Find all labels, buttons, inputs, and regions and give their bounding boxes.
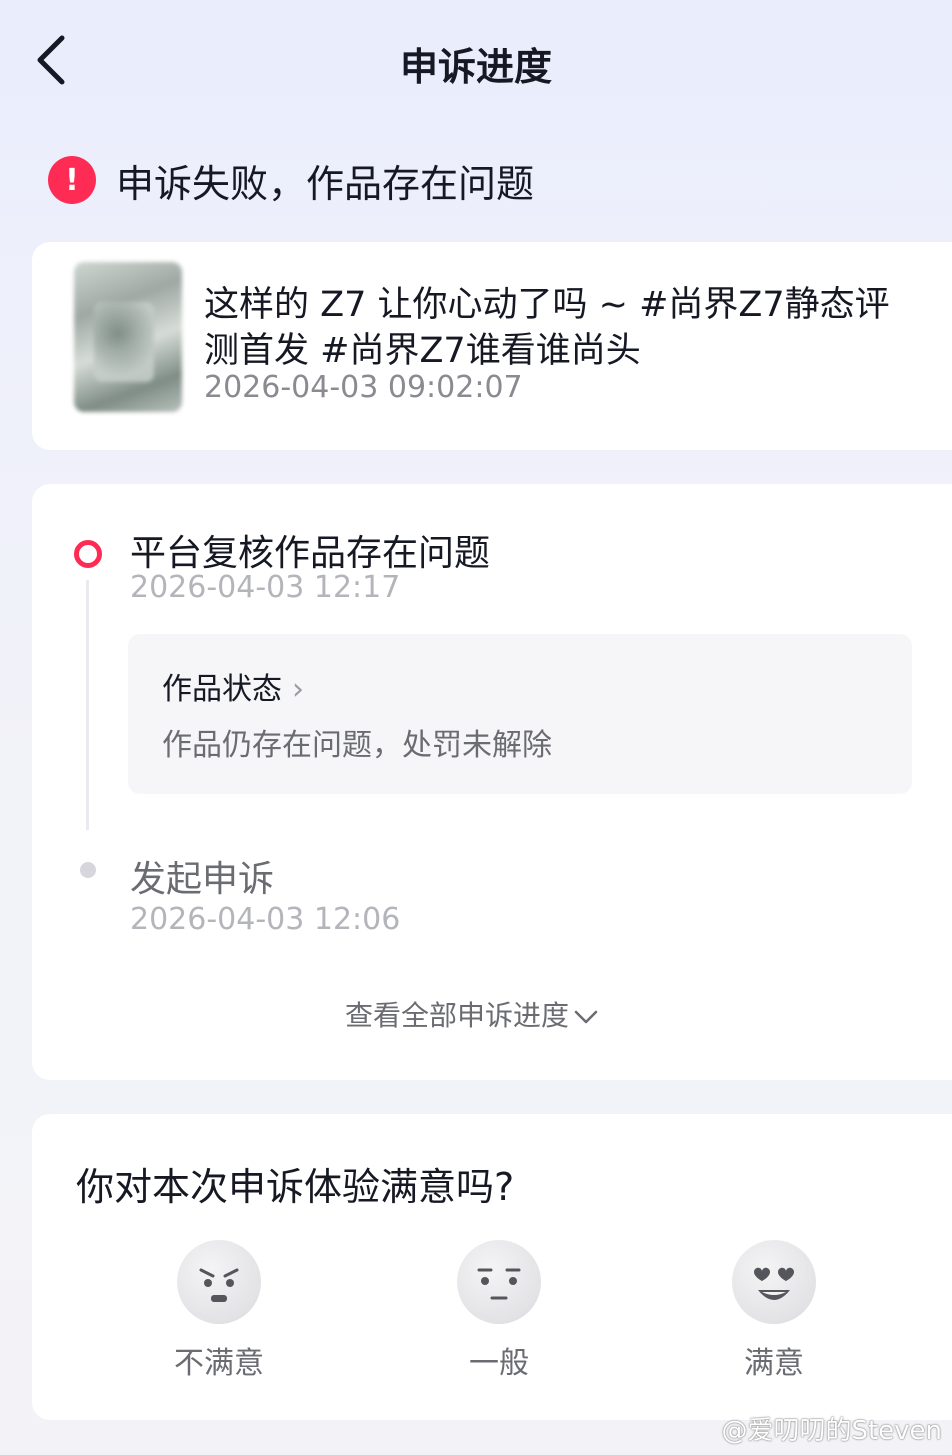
timeline-line (86, 580, 89, 830)
work-time: 2026-04-03 09:02:07 (204, 370, 523, 405)
satisfaction-question: 你对本次申诉体验满意吗? (76, 1165, 515, 1209)
work-status-box: 作品状态 › 作品仍存在问题，处罚未解除 (128, 634, 912, 794)
rate-label: 不满意 (174, 1346, 264, 1381)
work-status-desc: 作品仍存在问题，处罚未解除 (162, 728, 552, 763)
rate-option-satisfied[interactable]: 满意 (699, 1240, 849, 1382)
exclamation-icon: ! (48, 156, 96, 204)
view-all-progress-button[interactable]: 查看全部申诉进度 (32, 994, 912, 1034)
rate-option-neutral[interactable]: 一般 (424, 1240, 574, 1382)
timeline-step-time: 2026-04-03 12:06 (130, 902, 401, 937)
rate-option-unsatisfied[interactable]: 不满意 (144, 1240, 294, 1382)
heart-eyes-face-icon (732, 1240, 816, 1324)
status-text: 申诉失败，作品存在问题 (116, 161, 535, 206)
rate-label: 满意 (744, 1346, 804, 1381)
neutral-face-icon (457, 1240, 541, 1324)
chevron-down-icon (574, 1010, 598, 1024)
view-all-label: 查看全部申诉进度 (344, 999, 569, 1032)
timeline-step-title: 发起申诉 (130, 859, 275, 900)
watermark: @爱叨叨的Steven (721, 1416, 942, 1446)
timeline-dot (80, 862, 96, 878)
appeal-status: ! 申诉失败，作品存在问题 (48, 150, 534, 210)
timeline-dot-active (74, 540, 102, 568)
work-title: 这样的 Z7 让你心动了吗 ~ #尚界Z7静态评测首发 #尚界Z7谁看谁尚头 (204, 285, 890, 371)
work-thumbnail (74, 262, 182, 412)
timeline-step-title: 平台复核作品存在问题 (130, 533, 491, 574)
page-title: 申诉进度 (399, 45, 552, 89)
appeal-progress-page: 申诉进度 ! 申诉失败，作品存在问题 这样的 Z7 让你心动了吗 ~ #尚界Z7… (0, 0, 952, 1455)
satisfaction-card: 你对本次申诉体验满意吗? 不满意 一般 满意 (32, 1114, 952, 1420)
work-status-link[interactable]: 作品状态 › (162, 664, 304, 708)
work-status-title: 作品状态 (162, 672, 282, 707)
work-card[interactable]: 这样的 Z7 让你心动了吗 ~ #尚界Z7静态评测首发 #尚界Z7谁看谁尚头 2… (32, 242, 952, 450)
timeline-card: 平台复核作品存在问题 2026-04-03 12:17 作品状态 › 作品仍存在问… (32, 484, 952, 1080)
rate-label: 一般 (469, 1346, 529, 1381)
angry-face-icon (177, 1240, 261, 1324)
chevron-right-icon: › (292, 672, 304, 707)
header: 申诉进度 (0, 0, 952, 120)
timeline-step-time: 2026-04-03 12:17 (130, 570, 401, 605)
